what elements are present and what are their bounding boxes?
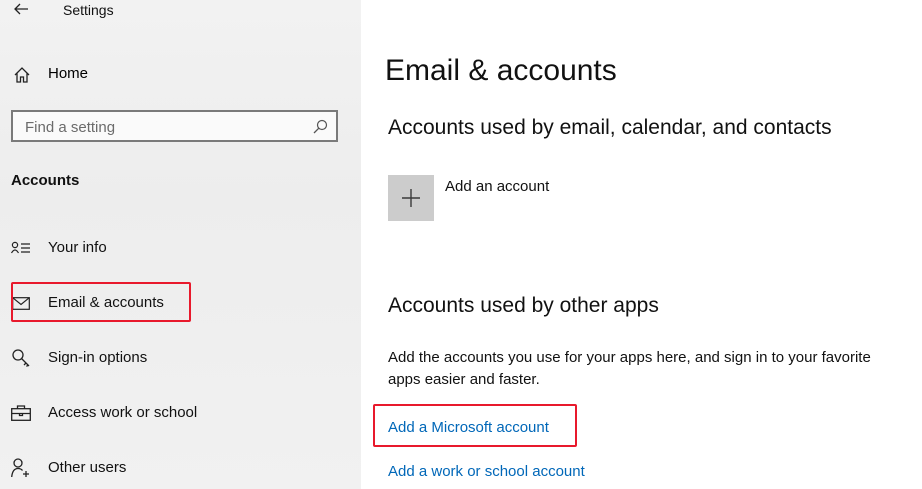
- sidebar: Settings Home Accounts Your info: [0, 0, 361, 489]
- plus-icon: [402, 189, 420, 207]
- search-box: [11, 110, 338, 142]
- home-icon: [14, 67, 30, 83]
- sidebar-item-label: Sign-in options: [48, 349, 148, 366]
- add-account-tile[interactable]: [388, 175, 434, 221]
- window-title: Settings: [63, 2, 114, 18]
- accounts-section-heading: Accounts: [11, 172, 80, 189]
- nav-home[interactable]: Home: [0, 58, 361, 90]
- main-content: Email & accounts Accounts used by email,…: [361, 0, 922, 489]
- back-arrow-icon: [14, 3, 28, 15]
- add-account-label[interactable]: Add an account: [445, 178, 549, 195]
- add-work-school-account-link[interactable]: Add a work or school account: [388, 463, 585, 480]
- sidebar-item-sign-in-options[interactable]: Sign-in options: [0, 340, 361, 376]
- selection-highlight: [11, 282, 191, 322]
- sidebar-item-label: Your info: [48, 239, 107, 256]
- page-title: Email & accounts: [385, 54, 617, 87]
- section-heading-other-apps: Accounts used by other apps: [388, 294, 659, 317]
- search-input[interactable]: [15, 114, 317, 140]
- search-icon[interactable]: [312, 119, 328, 135]
- briefcase-icon: [10, 404, 32, 422]
- person-add-icon: [10, 458, 32, 478]
- sidebar-item-your-info[interactable]: Your info: [0, 230, 361, 266]
- section-heading-email-calendar-contacts: Accounts used by email, calendar, and co…: [388, 116, 832, 139]
- contact-card-icon: [10, 239, 32, 257]
- title-bar: Settings: [0, 0, 361, 24]
- sidebar-item-label: Other users: [48, 459, 127, 476]
- sidebar-item-other-users[interactable]: Other users: [0, 450, 361, 486]
- sidebar-item-label: Access work or school: [48, 404, 198, 421]
- other-apps-description: Add the accounts you use for your apps h…: [388, 349, 871, 388]
- sidebar-item-access-work-school[interactable]: Access work or school: [0, 395, 361, 431]
- back-button[interactable]: [10, 0, 32, 19]
- nav-home-label: Home: [48, 65, 89, 82]
- key-icon: [10, 349, 32, 367]
- link-highlight: [373, 404, 577, 447]
